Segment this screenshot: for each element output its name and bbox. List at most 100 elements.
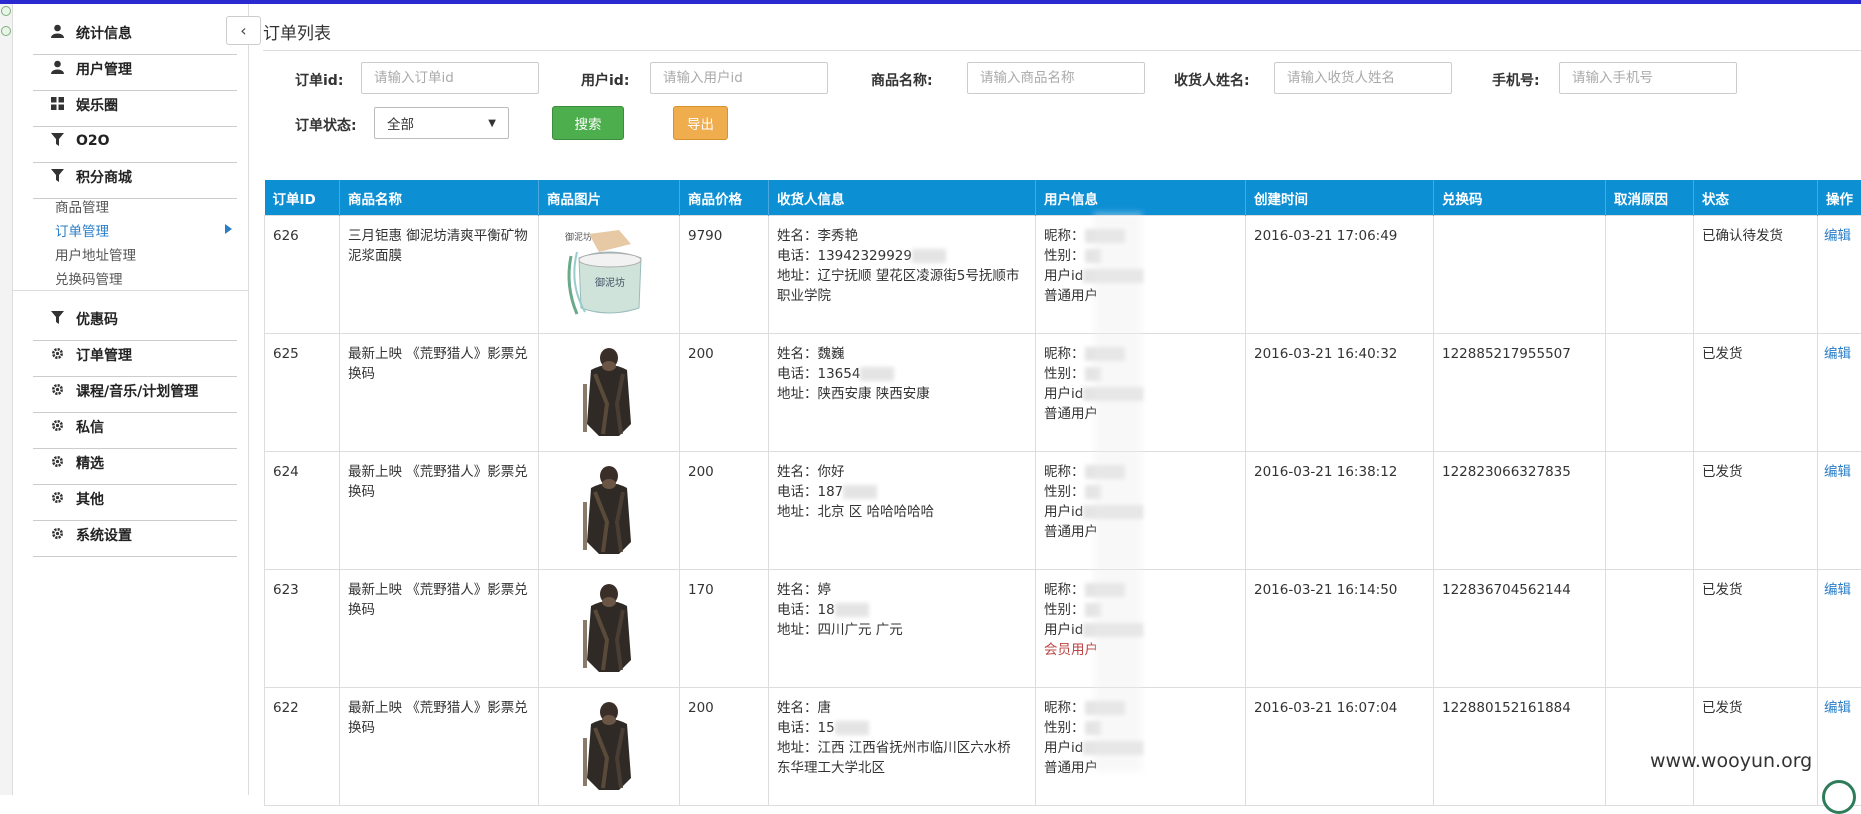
product-name-input[interactable]	[967, 62, 1145, 94]
table-row: 622最新上映 《荒野猎人》影票兑换码200姓名：唐电话：15地址：江西 江西省…	[265, 688, 1861, 806]
table-cell: 已发货	[1694, 334, 1818, 452]
search-button[interactable]: 搜索	[552, 106, 624, 140]
product-name-cell: 最新上映 《荒野猎人》影票兑换码	[348, 464, 528, 500]
sidebar-subitem[interactable]: 订单管理	[55, 220, 109, 240]
edit-link[interactable]: 编辑	[1824, 700, 1851, 716]
receiver-phone: 电话：13942329929	[777, 248, 912, 264]
order-id-input[interactable]	[361, 62, 539, 94]
sidebar-item-label: 系统设置	[76, 525, 132, 545]
receiver-name-input[interactable]	[1274, 62, 1452, 94]
orders-table: 订单ID商品名称商品图片商品价格收货人信息用户信息创建时间兑换码取消原因状态操作…	[264, 180, 1861, 806]
user-id-input[interactable]	[650, 62, 828, 94]
table-cell: 626	[265, 216, 340, 334]
product-name-cell: 最新上映 《荒野猎人》影票兑换码	[348, 700, 528, 736]
price-cell: 200	[688, 346, 714, 362]
table-cell: 姓名：婷电话：18地址：四川广元 广元	[769, 570, 1036, 688]
sidebar-item-label: 课程/音乐/计划管理	[76, 381, 198, 401]
sidebar-item-label: 积分商城	[76, 167, 132, 187]
table-cell: 已发货	[1694, 452, 1818, 570]
sidebar-item[interactable]: 系统设置	[33, 514, 237, 557]
product-image-movie-poster	[559, 580, 659, 672]
user-icon	[48, 24, 66, 42]
user-nickname: 昵称：	[1044, 346, 1085, 362]
created-time-cell: 2016-03-21 16:38:12	[1254, 464, 1397, 480]
sidebar-subitem[interactable]: 用户地址管理	[55, 244, 136, 264]
gear-icon	[48, 347, 66, 364]
order-id-cell: 626	[273, 228, 299, 244]
product-image-movie-poster	[559, 698, 659, 790]
product-image-mask-jar: 御泥坊御泥坊	[559, 226, 659, 318]
redeem-code-cell: 122885217955507	[1442, 346, 1571, 362]
edit-link[interactable]: 编辑	[1824, 346, 1851, 362]
user-type: 普通用户	[1044, 524, 1098, 540]
user-nickname: 昵称：	[1044, 228, 1085, 244]
sidebar-divider	[13, 290, 248, 291]
receiver-phone: 电话：187	[777, 484, 843, 500]
user-type: 会员用户	[1044, 642, 1098, 658]
edit-link[interactable]: 编辑	[1824, 582, 1851, 598]
user-gender: 性别：	[1044, 248, 1085, 264]
sidebar-item[interactable]: 积分商城	[33, 156, 237, 199]
edit-link[interactable]: 编辑	[1824, 464, 1851, 480]
gear-icon	[48, 419, 66, 436]
created-time-cell: 2016-03-21 16:14:50	[1254, 582, 1397, 598]
receiver-address: 地址：辽宁抚顺 望花区凌源街5号抚顺市职业学院	[777, 268, 1019, 304]
sidebar-item-label: 其他	[76, 489, 104, 509]
sidebar-item-label: 订单管理	[76, 345, 132, 365]
order-id-cell: 625	[273, 346, 299, 362]
receiver-name-label: 收货人姓名:	[1174, 70, 1250, 90]
table-cell: 622	[265, 688, 340, 806]
order-id-label: 订单id:	[295, 70, 343, 90]
order-status-value: 全部	[387, 113, 414, 133]
active-arrow-icon	[225, 224, 232, 234]
export-button[interactable]: 导出	[673, 106, 728, 140]
filter-icon	[48, 169, 66, 186]
product-name-label: 商品名称:	[871, 70, 933, 90]
column-header: 兑换码	[1434, 180, 1606, 216]
table-cell: 122823066327835	[1434, 452, 1606, 570]
column-header: 创建时间	[1246, 180, 1434, 216]
phone-input[interactable]	[1559, 62, 1737, 94]
receiver-address: 地址：北京 区 哈哈哈哈哈	[777, 504, 934, 520]
sidebar-subitem[interactable]: 兑换码管理	[55, 268, 123, 288]
receiver-name: 姓名：李秀艳	[777, 228, 858, 244]
product-name-cell: 最新上映 《荒野猎人》影票兑换码	[348, 582, 528, 618]
column-header: 订单ID	[265, 180, 340, 216]
user-gender: 性别：	[1044, 366, 1085, 382]
sidebar-item-label: 精选	[76, 453, 104, 473]
created-time-cell: 2016-03-21 16:40:32	[1254, 346, 1397, 362]
table-cell: 2016-03-21 16:14:50	[1246, 570, 1434, 688]
product-name-cell: 最新上映 《荒野猎人》影票兑换码	[348, 346, 528, 382]
sidebar-subitem[interactable]: 商品管理	[55, 196, 109, 216]
user-type: 普通用户	[1044, 760, 1098, 776]
sidebar-item-label: 用户管理	[76, 59, 132, 79]
title-divider	[263, 50, 1861, 51]
sidebar-item-label: 娱乐圈	[76, 95, 118, 115]
table-cell: 623	[265, 570, 340, 688]
order-status-select[interactable]: 全部▼	[374, 107, 509, 139]
table-cell: 最新上映 《荒野猎人》影票兑换码	[340, 452, 539, 570]
table-cell: 最新上映 《荒野猎人》影票兑换码	[340, 570, 539, 688]
table-cell	[539, 570, 680, 688]
table-cell: 200	[680, 688, 769, 806]
sidebar-item-label: 私信	[76, 417, 104, 437]
product-name-cell: 三月钜惠 御泥坊清爽平衡矿物泥浆面膜	[348, 228, 528, 264]
grid-icon	[48, 97, 66, 114]
table-cell: 三月钜惠 御泥坊清爽平衡矿物泥浆面膜	[340, 216, 539, 334]
gear-icon	[48, 455, 66, 472]
table-cell: 编辑	[1818, 216, 1861, 334]
table-cell: 最新上映 《荒野猎人》影票兑换码	[340, 334, 539, 452]
table-cell: 2016-03-21 16:40:32	[1246, 334, 1434, 452]
user-gender: 性别：	[1044, 602, 1085, 618]
receiver-name: 姓名：唐	[777, 700, 831, 716]
column-header: 商品图片	[539, 180, 680, 216]
table-cell: 御泥坊御泥坊	[539, 216, 680, 334]
table-cell: 625	[265, 334, 340, 452]
edit-link[interactable]: 编辑	[1824, 228, 1851, 244]
sidebar-item-label: 统计信息	[76, 23, 132, 43]
table-row: 623最新上映 《荒野猎人》影票兑换码170姓名：婷电话：18地址：四川广元 广…	[265, 570, 1861, 688]
gear-icon	[48, 491, 66, 508]
table-cell	[1606, 570, 1694, 688]
sidebar-item-label: 优惠码	[76, 309, 118, 329]
order-id-cell: 623	[273, 582, 299, 598]
